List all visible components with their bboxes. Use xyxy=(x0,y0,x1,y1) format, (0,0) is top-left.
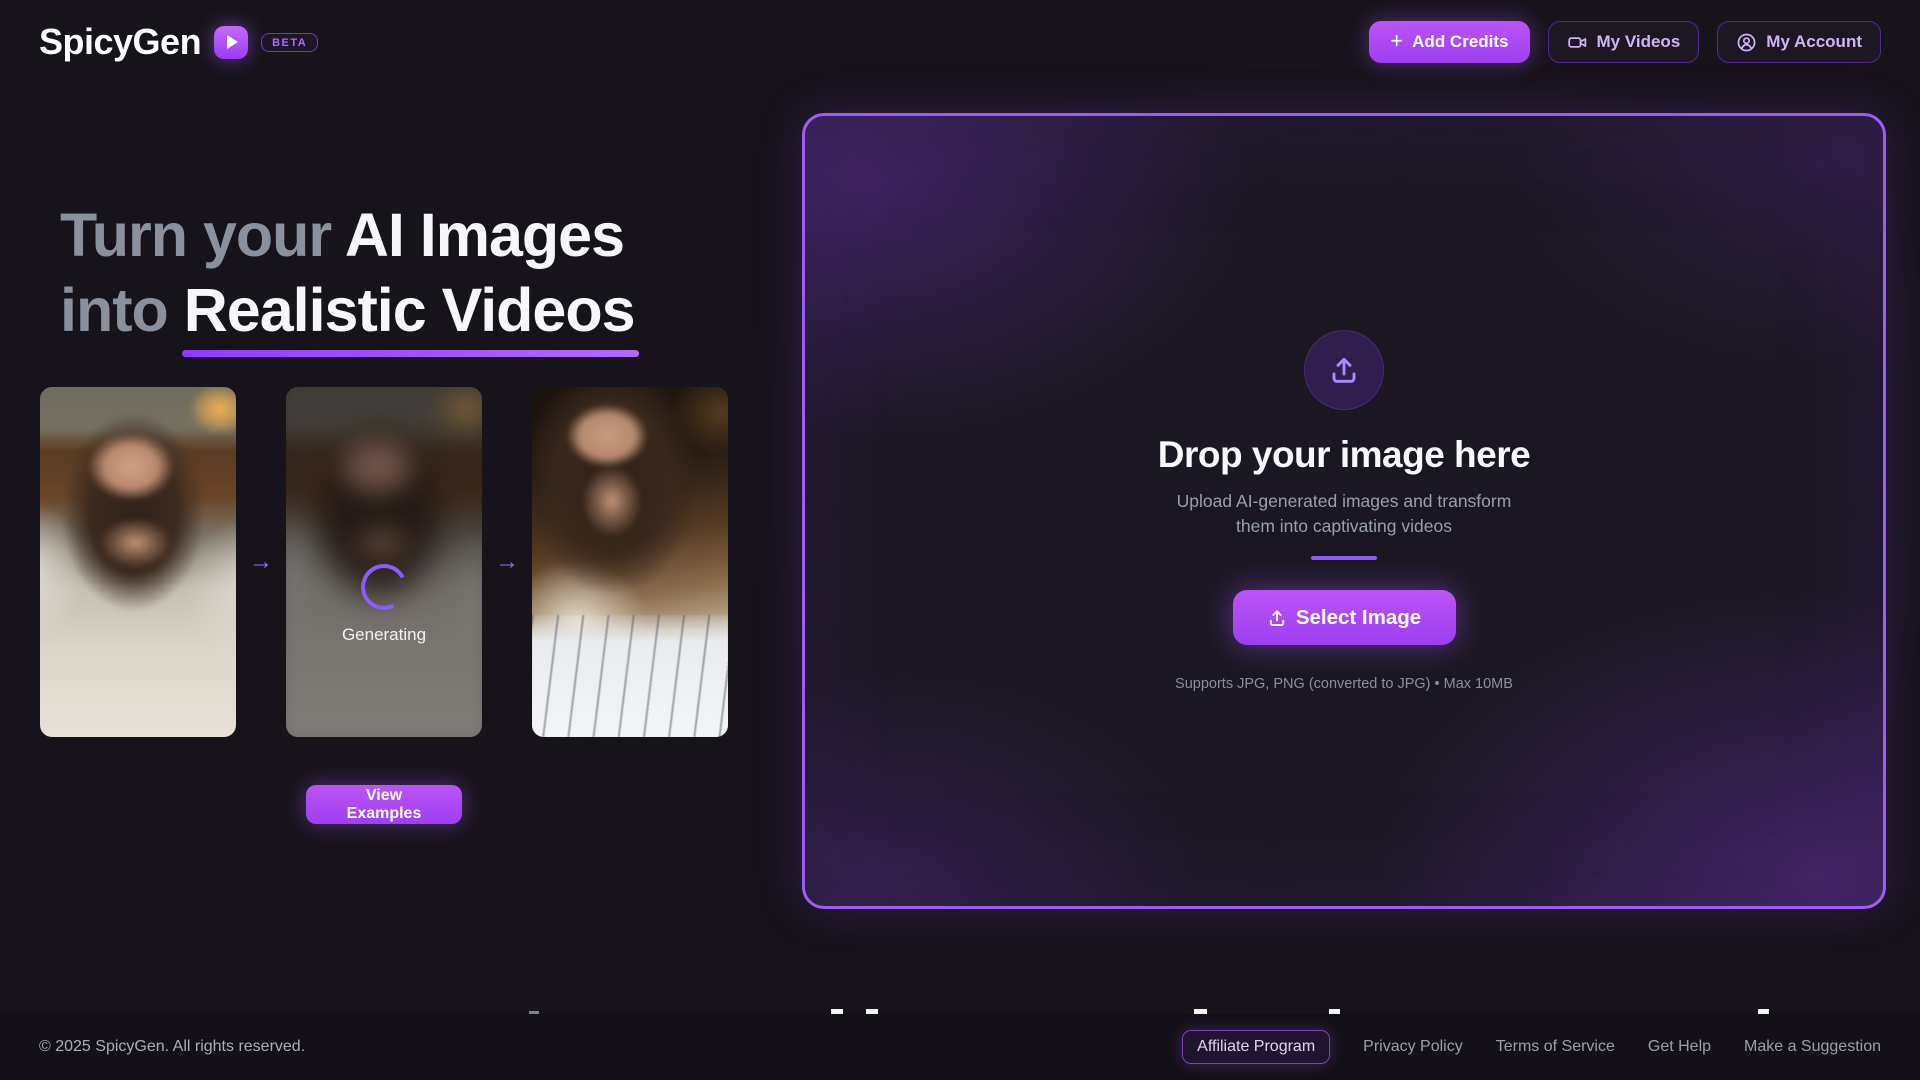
title-strong-1: AI Images xyxy=(345,201,624,269)
demo-photo xyxy=(40,387,236,737)
my-videos-label: My Videos xyxy=(1597,32,1681,52)
plus-icon: + xyxy=(1390,30,1403,52)
select-image-label: Select Image xyxy=(1296,606,1421,630)
add-credits-label: Add Credits xyxy=(1412,32,1508,52)
upload-icon xyxy=(1267,608,1287,628)
generating-overlay: Generating xyxy=(286,387,482,737)
add-credits-button[interactable]: + Add Credits xyxy=(1369,21,1529,63)
title-muted-1: Turn your xyxy=(60,201,331,269)
divider xyxy=(1311,556,1377,560)
user-circle-icon xyxy=(1736,32,1757,53)
select-image-button[interactable]: Select Image xyxy=(1233,590,1456,645)
copyright-text: © 2025 SpicyGen. All rights reserved. xyxy=(39,1038,305,1056)
upload-dropzone[interactable]: Drop your image here Upload AI-generated… xyxy=(802,113,1886,909)
bedding-texture xyxy=(532,615,728,738)
generating-label: Generating xyxy=(342,625,426,645)
footer-nav: Affiliate Program Privacy Policy Terms o… xyxy=(1182,1030,1881,1064)
upload-icon-circle xyxy=(1304,330,1384,410)
beta-badge: BETA xyxy=(261,33,318,52)
play-triangle-icon xyxy=(227,35,238,49)
footer-link-affiliate-program[interactable]: Affiliate Program xyxy=(1182,1030,1330,1064)
page-title: Turn your AI Images into Realistic Video… xyxy=(60,198,635,348)
upload-icon xyxy=(1328,354,1360,386)
header-actions: + Add Credits My Videos My Account xyxy=(1369,21,1881,63)
footer-link-terms-of-service[interactable]: Terms of Service xyxy=(1496,1038,1615,1056)
my-account-button[interactable]: My Account xyxy=(1717,21,1881,63)
footer-link-get-help[interactable]: Get Help xyxy=(1648,1038,1711,1056)
footer-link-privacy-policy[interactable]: Privacy Policy xyxy=(1363,1038,1463,1056)
my-account-label: My Account xyxy=(1766,32,1862,52)
view-examples-button[interactable]: View Examples xyxy=(306,785,462,824)
demo-image-original xyxy=(40,387,236,737)
arrow-right-icon: → xyxy=(494,548,520,576)
arrow-right-icon: → xyxy=(248,548,274,576)
header: SpicyGen BETA + Add Credits My Videos xyxy=(0,0,1920,84)
logo-text: SpicyGen xyxy=(39,21,201,63)
logo[interactable]: SpicyGen BETA xyxy=(39,21,318,63)
play-icon xyxy=(214,26,248,59)
supported-formats-text: Supports JPG, PNG (converted to JPG) • M… xyxy=(1175,676,1513,692)
dropzone-title: Drop your image here xyxy=(1158,434,1530,476)
title-muted-2: into xyxy=(60,276,168,344)
demo-image-result xyxy=(532,387,728,737)
footer: © 2025 SpicyGen. All rights reserved. Af… xyxy=(0,1014,1920,1080)
my-videos-button[interactable]: My Videos xyxy=(1548,21,1700,63)
demo-image-generating: Generating xyxy=(286,387,482,737)
title-strong-2: Realistic Videos xyxy=(184,273,635,348)
demo-strip: → Generating → xyxy=(40,387,728,737)
footer-link-make-a-suggestion[interactable]: Make a Suggestion xyxy=(1744,1038,1881,1056)
spinner-icon xyxy=(355,558,413,616)
video-camera-icon xyxy=(1567,32,1588,53)
dropzone-subtitle: Upload AI-generated images and transform… xyxy=(1169,489,1519,539)
